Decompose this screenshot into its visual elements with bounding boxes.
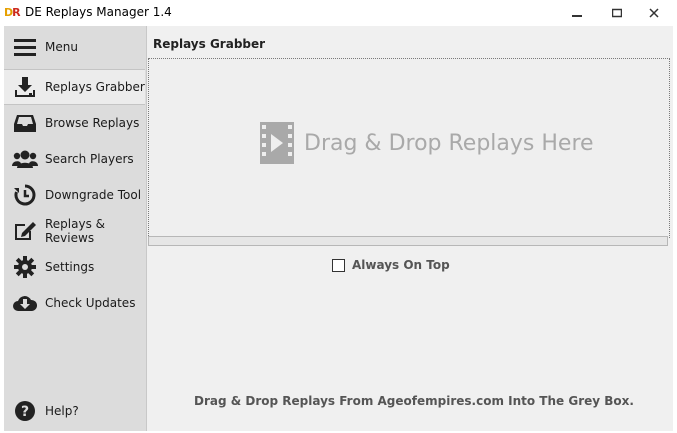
- sidebar-item-label: Settings: [45, 260, 95, 274]
- question-circle-icon: ?: [12, 398, 38, 424]
- close-button[interactable]: [640, 3, 668, 23]
- always-on-top-checkbox[interactable]: [332, 258, 345, 272]
- users-group-icon: [12, 146, 38, 172]
- sidebar-item-label: Check Updates: [45, 296, 136, 310]
- instruction-text: Drag & Drop Replays From Ageofempires.co…: [194, 394, 634, 408]
- inbox-tray-icon: [12, 110, 38, 136]
- download-tray-icon: [12, 74, 38, 100]
- minimize-icon: [572, 15, 582, 17]
- sidebar-item-label: Help?: [45, 404, 79, 418]
- maximize-button[interactable]: [603, 3, 631, 23]
- app-logo-icon: DR: [4, 5, 22, 19]
- sidebar-item-label: Downgrade Tool: [45, 188, 142, 202]
- maximize-icon: [612, 8, 622, 18]
- always-on-top-option[interactable]: Always On Top: [332, 258, 450, 272]
- sidebar-item-browse-replays[interactable]: Browse Replays: [4, 106, 146, 140]
- sidebar-item-downgrade-tool[interactable]: Downgrade Tool: [4, 178, 146, 212]
- sidebar-item-check-updates[interactable]: Check Updates: [4, 286, 146, 320]
- window-title: DE Replays Manager 1.4: [25, 5, 172, 19]
- sidebar-item-label: Browse Replays: [45, 116, 140, 130]
- drop-zone-content: Drag & Drop Replays Here: [260, 122, 594, 164]
- drop-zone-label: Drag & Drop Replays Here: [304, 130, 594, 156]
- sidebar: Menu Replays Grabber Browse Replays Sear…: [4, 26, 147, 431]
- sidebar-item-label: Replays & Reviews: [45, 217, 106, 245]
- title-bar: DR DE Replays Manager 1.4: [0, 0, 677, 26]
- sidebar-item-settings[interactable]: Settings: [4, 250, 146, 284]
- sidebar-item-replays-grabber[interactable]: Replays Grabber: [4, 69, 145, 105]
- replay-drop-zone[interactable]: Drag & Drop Replays Here: [148, 58, 670, 238]
- app-window: DR DE Replays Manager 1.4 Menu Replays G…: [0, 0, 677, 433]
- sidebar-item-label: Replays Grabber: [45, 80, 145, 94]
- svg-text:?: ?: [21, 404, 29, 420]
- close-icon: [649, 8, 659, 18]
- minimize-button[interactable]: [563, 3, 591, 23]
- edit-pencil-icon: [12, 218, 38, 244]
- always-on-top-label: Always On Top: [352, 258, 450, 272]
- hamburger-menu-icon: [12, 34, 38, 60]
- video-file-icon: [260, 122, 294, 164]
- app-logo-letter-r: R: [12, 5, 21, 19]
- sidebar-item-menu[interactable]: Menu: [4, 30, 146, 64]
- page-title: Replays Grabber: [153, 37, 266, 51]
- grab-progress-bar: [148, 236, 668, 246]
- history-clock-icon: [12, 182, 38, 208]
- gear-icon: [12, 254, 38, 280]
- cloud-download-icon: [12, 290, 38, 316]
- app-logo-letter-d: D: [4, 5, 13, 19]
- sidebar-item-replays-reviews[interactable]: Replays & Reviews: [4, 214, 146, 248]
- sidebar-item-label: Menu: [45, 40, 78, 54]
- main-panel: Replays Grabber Drag & Drop Replays Here: [147, 26, 673, 431]
- sidebar-item-label: Search Players: [45, 152, 134, 166]
- sidebar-item-search-players[interactable]: Search Players: [4, 142, 146, 176]
- sidebar-item-help[interactable]: ? Help?: [4, 394, 146, 428]
